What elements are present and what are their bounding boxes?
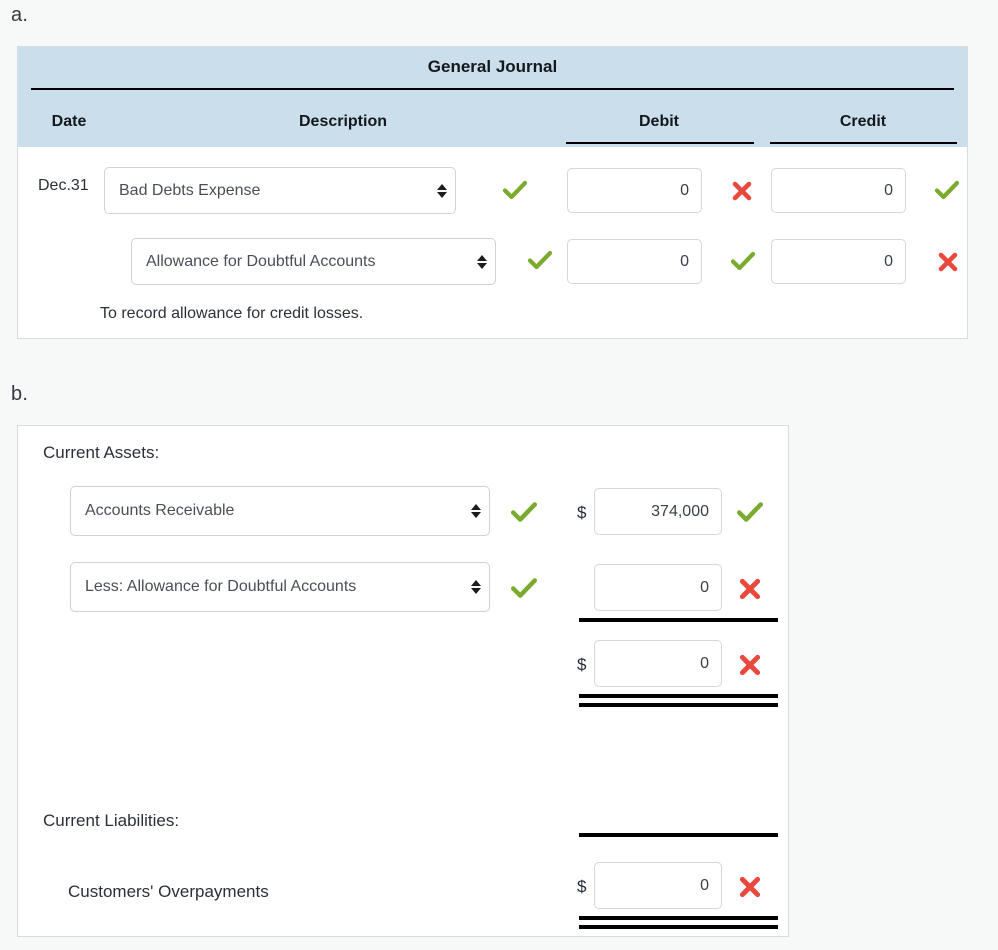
part-a-label: a. — [11, 4, 29, 26]
column-header-description: Description — [298, 113, 387, 130]
chevron-updown-icon — [471, 580, 481, 594]
assets-total-input[interactable]: 0 — [594, 640, 722, 687]
journal-credit-input-2[interactable]: 0 — [771, 239, 906, 284]
journal-credit-input-1[interactable]: 0 — [771, 168, 906, 213]
liabilities-amount-value-1: 0 — [700, 876, 709, 894]
assets-account-select-1-value: Accounts Receivable — [85, 502, 235, 519]
status-check-icon — [527, 249, 553, 271]
column-header-debit: Debit — [639, 113, 679, 130]
journal-debit-input-1[interactable]: 0 — [567, 168, 702, 213]
journal-credit-value-1: 0 — [884, 181, 893, 199]
status-check-icon — [510, 576, 538, 600]
assets-account-select-1[interactable]: Accounts Receivable — [70, 486, 490, 536]
status-x-icon — [936, 250, 960, 274]
general-journal-body: Dec.31 Bad Debts Expense 0 0 Allowance f… — [18, 147, 967, 338]
journal-account-select-1[interactable]: Bad Debts Expense — [104, 167, 456, 214]
status-check-icon — [736, 500, 764, 524]
assets-total-rule-bottom — [579, 703, 778, 707]
current-assets-heading: Current Assets: — [43, 443, 160, 462]
status-x-icon — [737, 874, 763, 900]
assets-amount-input-1[interactable]: 374,000 — [594, 488, 722, 535]
journal-account-select-2[interactable]: Allowance for Doubtful Accounts — [131, 238, 496, 285]
journal-debit-value-1: 0 — [680, 181, 689, 199]
liabilities-line-label-1: Customers' Overpayments — [68, 882, 269, 901]
general-journal-card: General Journal Date Description Debit C… — [17, 46, 968, 339]
chevron-updown-icon — [471, 504, 481, 518]
journal-row-date: Dec.31 — [38, 177, 89, 194]
general-journal-header: General Journal Date Description Debit C… — [18, 47, 967, 147]
part-b-label: b. — [11, 383, 29, 405]
assets-currency-symbol-1: $ — [577, 503, 587, 522]
status-check-icon — [502, 179, 528, 201]
journal-debit-input-2[interactable]: 0 — [567, 239, 702, 284]
status-check-icon — [510, 500, 538, 524]
chevron-updown-icon — [437, 183, 447, 198]
assets-subtotal-rule — [579, 618, 778, 622]
assets-total-currency-symbol: $ — [577, 655, 587, 674]
status-x-icon — [730, 179, 754, 203]
journal-account-select-2-value: Allowance for Doubtful Accounts — [146, 252, 376, 270]
general-journal-title: General Journal — [427, 57, 558, 76]
assets-account-select-2-value: Less: Allowance for Doubtful Accounts — [85, 578, 357, 595]
assets-total-value: 0 — [700, 654, 709, 672]
journal-memo: To record allowance for credit losses. — [100, 305, 364, 322]
assets-amount-value-2: 0 — [700, 578, 709, 596]
journal-credit-value-2: 0 — [884, 252, 893, 270]
assets-amount-value-1: 374,000 — [651, 502, 709, 520]
current-liabilities-heading: Current Liabilities: — [43, 811, 180, 830]
assets-amount-input-2[interactable]: 0 — [594, 564, 722, 611]
credit-column-underline — [770, 142, 957, 144]
status-check-icon — [934, 179, 960, 201]
liabilities-top-rule — [579, 833, 778, 837]
liabilities-total-rule-top — [579, 916, 778, 920]
assets-total-rule-top — [579, 694, 778, 698]
journal-account-select-1-value: Bad Debts Expense — [119, 181, 261, 199]
chevron-updown-icon — [477, 254, 487, 269]
status-check-icon — [730, 250, 756, 272]
status-x-icon — [737, 652, 763, 678]
status-x-icon — [737, 576, 763, 602]
liabilities-total-rule-bottom — [579, 925, 778, 929]
liabilities-amount-input-1[interactable]: 0 — [594, 862, 722, 909]
journal-title-divider — [31, 88, 954, 90]
liabilities-currency-symbol-1: $ — [577, 877, 587, 896]
debit-column-underline — [566, 142, 754, 144]
balance-sheet-card: Current Assets: Accounts Receivable $ 37… — [17, 425, 789, 937]
assets-account-select-2[interactable]: Less: Allowance for Doubtful Accounts — [70, 562, 490, 612]
column-header-credit: Credit — [839, 113, 887, 130]
journal-debit-value-2: 0 — [680, 252, 689, 270]
column-header-date: Date — [51, 113, 87, 130]
